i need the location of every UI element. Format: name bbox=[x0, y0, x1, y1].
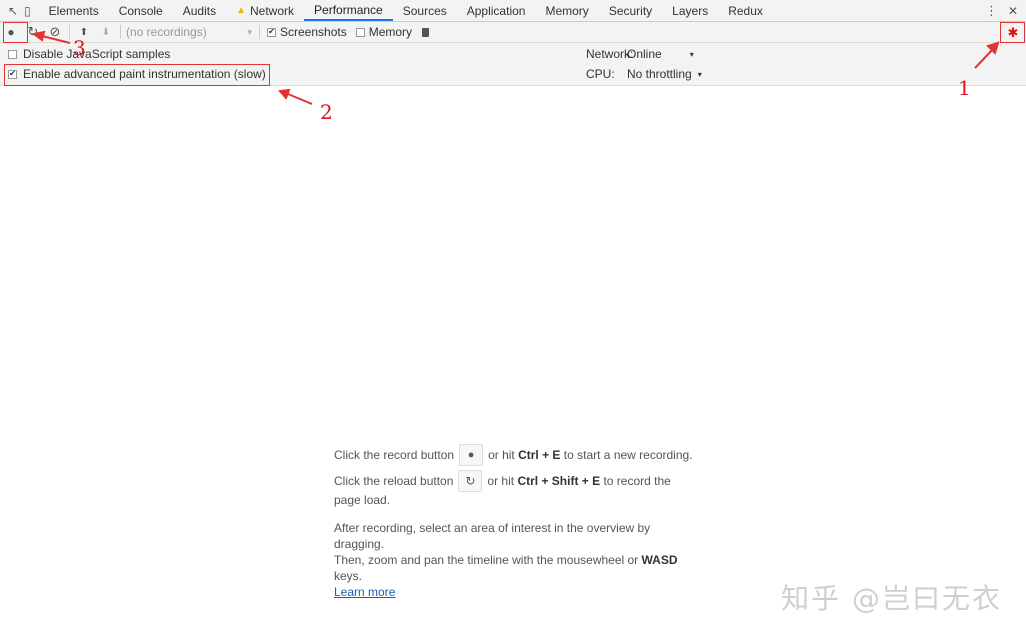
record-icon: ● bbox=[467, 449, 475, 461]
learn-more-link[interactable]: Learn more bbox=[334, 585, 395, 599]
landing-message: Click the record button ● or hit Ctrl + … bbox=[334, 444, 704, 600]
annotation-arrows bbox=[31, 30, 1000, 105]
zoom-hint-1: Then, zoom and pan the timeline with the… bbox=[334, 553, 639, 567]
reload-hint-line: Click the reload button ↻ or hit Ctrl + … bbox=[334, 470, 704, 492]
record-hint-post: to start a new recording. bbox=[563, 448, 693, 462]
record-hint-or: or hit bbox=[488, 448, 515, 462]
record-hint-pre: Click the record button bbox=[334, 448, 455, 462]
reload-hint-or: or hit bbox=[487, 474, 515, 488]
zoom-key: WASD bbox=[641, 553, 678, 567]
zoom-hint-2: keys. bbox=[334, 569, 363, 583]
reload-hint-post: to record the bbox=[603, 474, 671, 488]
reload-icon: ↻ bbox=[465, 474, 476, 488]
watermark: 知乎 @岂曰无衣 bbox=[781, 582, 1002, 615]
reload-shortcut: Ctrl + Shift + E bbox=[517, 474, 601, 488]
reload-hint-pre: Click the reload button bbox=[334, 474, 454, 488]
record-button[interactable]: ● bbox=[459, 444, 484, 466]
zoom-hint: Then, zoom and pan the timeline with the… bbox=[334, 552, 704, 584]
after-hint-1: After recording, select an area of inter… bbox=[334, 521, 651, 535]
learn-more-line: Learn more bbox=[334, 584, 704, 600]
reload-hint-line-2: page load. bbox=[334, 493, 391, 507]
after-hint-2: dragging. bbox=[334, 537, 385, 551]
record-hint-line: Click the record button ● or hit Ctrl + … bbox=[334, 444, 704, 466]
reload-button[interactable]: ↻ bbox=[458, 470, 483, 492]
after-recording-hint: After recording, select an area of inter… bbox=[334, 520, 704, 552]
record-shortcut: Ctrl + E bbox=[518, 448, 561, 462]
